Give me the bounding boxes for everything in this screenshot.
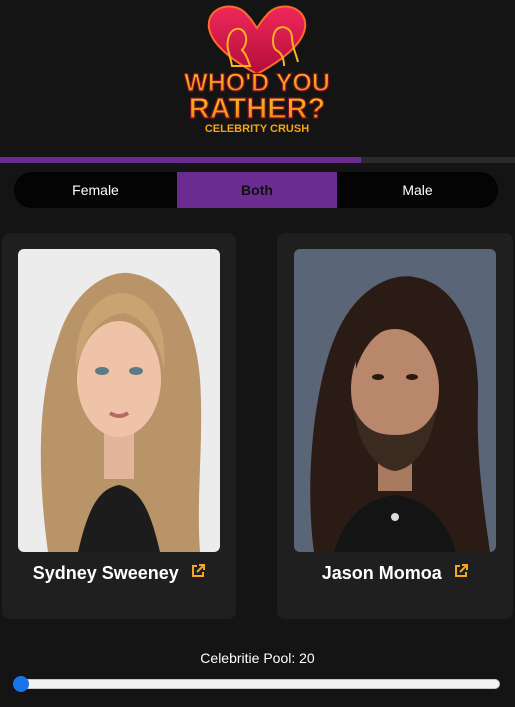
external-link-icon[interactable] [454, 564, 469, 583]
celebrity-name: Sydney Sweeney [32, 563, 179, 583]
gender-filter: Female Both Male [14, 172, 498, 208]
celebrity-photo [18, 249, 220, 552]
filter-female-button[interactable]: Female [14, 172, 177, 208]
celebrity-card-left[interactable]: Sydney Sweeney [2, 233, 236, 619]
celebrity-name-row: Jason Momoa [277, 563, 513, 593]
pool-size-slider[interactable] [14, 679, 500, 689]
heart-icon [207, 5, 307, 76]
filter-male-button[interactable]: Male [337, 172, 498, 208]
celebrity-name: Jason Momoa [321, 563, 442, 583]
external-link-icon[interactable] [191, 564, 206, 583]
logo-graphic: WHO'D YOU RATHER? CELEBRITY CRUSH [184, 5, 330, 135]
header: WHO'D YOU RATHER? CELEBRITY CRUSH [0, 0, 515, 158]
celebrity-photo [294, 249, 496, 552]
logo-line2: RATHER? [189, 93, 325, 125]
slider-thumb[interactable] [13, 676, 29, 692]
progress-bar [0, 157, 515, 163]
celebrity-name-row: Sydney Sweeney [2, 563, 236, 593]
logo-line3: CELEBRITY CRUSH [205, 123, 309, 135]
celebrity-card-right[interactable]: Jason Momoa [277, 233, 513, 619]
progress-fill [0, 157, 361, 163]
celebrity-pool-label: Celebritie Pool: 20 [200, 650, 315, 666]
filter-both-button[interactable]: Both [177, 172, 337, 208]
app-logo: WHO'D YOU RATHER? CELEBRITY CRUSH [180, 4, 334, 138]
